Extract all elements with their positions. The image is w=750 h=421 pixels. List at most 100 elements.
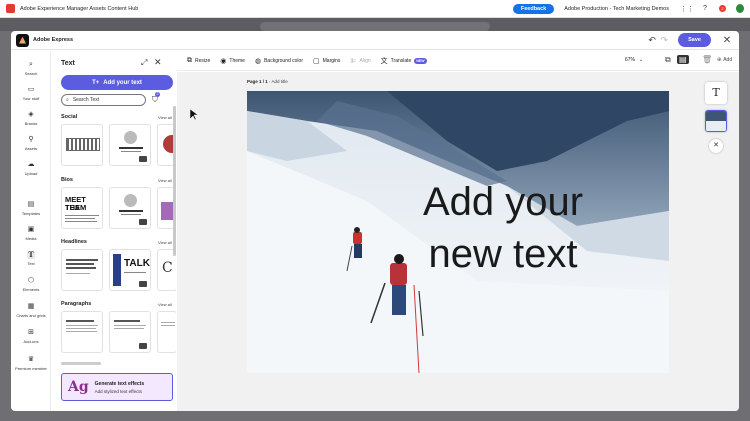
view-all-headlines-link[interactable]: View all bbox=[158, 240, 172, 245]
add-circle-icon: ⊕ bbox=[717, 57, 722, 63]
rail-item-templates[interactable]: ▤ Templates bbox=[11, 201, 51, 216]
add-label: Add bbox=[723, 57, 733, 63]
text-template-thumbnail[interactable] bbox=[109, 187, 151, 229]
adobe-express-modal: Adobe Express ↶ ↷ Save ✕ ⌕ Search ▭ Your… bbox=[11, 31, 739, 411]
text-template-thumbnail[interactable]: TALK bbox=[109, 249, 151, 291]
page-label[interactable]: Page 1 / 1 - Add title bbox=[247, 79, 288, 84]
rail-item-label: Search bbox=[24, 71, 38, 76]
rail-item-upload[interactable]: ☁ Upload bbox=[11, 161, 51, 176]
add-text-label: Add your text bbox=[103, 79, 142, 86]
pointer-arrow-icon bbox=[189, 108, 199, 121]
resize-button[interactable]: ⧉ Resize bbox=[187, 57, 210, 65]
rail-item-elements[interactable]: ⬡ Elements bbox=[11, 277, 51, 292]
rail-item-label: Media bbox=[25, 236, 37, 241]
charts-icon: ▦ bbox=[27, 303, 35, 310]
align-label: Align bbox=[359, 57, 371, 64]
canvas-text-line1[interactable]: Add your bbox=[247, 179, 669, 225]
section-label-social: Social bbox=[61, 114, 78, 120]
add-button[interactable]: ⊕ Add bbox=[717, 57, 732, 63]
text-template-thumbnail[interactable] bbox=[61, 124, 103, 166]
rail-item-label: Templates bbox=[21, 211, 41, 216]
folder-icon: ▭ bbox=[27, 86, 35, 93]
rail-item-add-ons[interactable]: ⊞ Add-ons bbox=[11, 329, 51, 344]
text-properties-icon[interactable]: T bbox=[705, 82, 727, 104]
new-badge: NEW bbox=[414, 57, 427, 64]
rail-item-text[interactable]: T Text bbox=[11, 251, 51, 266]
text-template-thumbnail[interactable] bbox=[157, 311, 176, 353]
theme-button[interactable]: ◉ Theme bbox=[220, 57, 245, 65]
view-all-social-link[interactable]: View all bbox=[158, 115, 172, 120]
translate-icon: 文 bbox=[380, 57, 388, 65]
rail-item-assets[interactable]: ⚲ Assets bbox=[11, 136, 51, 151]
modal-title: Adobe Express bbox=[33, 37, 74, 43]
feedback-button[interactable]: Feedback bbox=[512, 3, 555, 14]
resize-label: Resize bbox=[195, 57, 211, 64]
search-icon: ⌕ bbox=[29, 61, 33, 68]
view-all-bios-link[interactable]: View all bbox=[158, 178, 172, 183]
background-color-button[interactable]: ◍ Background color bbox=[255, 57, 303, 65]
generate-text-effects-subtitle: Add stylized text effects bbox=[94, 388, 142, 394]
help-icon[interactable]: ? bbox=[701, 5, 709, 13]
redo-icon[interactable]: ↷ bbox=[658, 35, 670, 46]
image-properties-thumbnail[interactable] bbox=[705, 110, 727, 132]
rail-item-charts-and-grids[interactable]: ▦ Charts and grids bbox=[11, 303, 51, 318]
expand-icon[interactable]: ⤢ bbox=[141, 58, 147, 68]
panel-scrollbar[interactable] bbox=[173, 106, 176, 256]
translate-button[interactable]: 文 Translate NEW bbox=[381, 56, 427, 66]
artboard[interactable]: Add your new text bbox=[247, 91, 669, 373]
thumb-meet-the-team-line2: TEAM bbox=[65, 203, 87, 212]
text-template-thumbnail[interactable] bbox=[109, 311, 151, 353]
addons-icon: ⊞ bbox=[28, 329, 34, 336]
chevron-down-icon: ⌄ bbox=[639, 57, 644, 63]
delete-icon[interactable]: 🗑 bbox=[702, 55, 712, 64]
rail-item-label: Charts and grids bbox=[16, 313, 46, 318]
close-properties-icon[interactable]: ✕ bbox=[709, 139, 723, 153]
filter-count-badge: 2 bbox=[155, 92, 160, 97]
media-icon: ▣ bbox=[27, 226, 35, 233]
undo-icon[interactable]: ↶ bbox=[646, 35, 658, 46]
close-icon[interactable]: ✕ bbox=[721, 35, 733, 46]
canvas-text-line2[interactable]: new text bbox=[247, 231, 669, 277]
background-color-label: Background color bbox=[264, 57, 303, 64]
thumb-talk-text: TALK bbox=[124, 258, 150, 269]
rail-item-brands[interactable]: ◈ Brands bbox=[11, 111, 51, 126]
rail-item-media[interactable]: ▣ Media bbox=[11, 226, 51, 241]
text-template-thumbnail[interactable] bbox=[61, 311, 103, 353]
generate-text-effects-title: Generate text effects bbox=[94, 380, 145, 387]
canvas-area: Page 1 / 1 - Add title Add your new text… bbox=[177, 72, 739, 411]
generate-text-effects-card[interactable]: Ag Generate text effects Add stylized te… bbox=[61, 373, 173, 401]
org-switcher[interactable]: Adobe Production - Tech Marketing Demos bbox=[564, 6, 669, 12]
aem-logo[interactable] bbox=[6, 4, 15, 13]
canvas-toolbar: ⧉ Resize ◉ Theme ◍ Background color ▢ Ma… bbox=[177, 51, 739, 71]
panel-close-icon[interactable]: ✕ bbox=[154, 57, 162, 68]
assets-icon: ⚲ bbox=[28, 136, 34, 143]
align-button[interactable]: ⊫ Align bbox=[350, 57, 370, 65]
search-icon: ⌕ bbox=[66, 97, 69, 103]
view-all-paragraphs-link[interactable]: View all bbox=[158, 302, 172, 307]
rail-item-label: Premium member bbox=[15, 366, 47, 371]
add-your-text-button[interactable]: T+ Add your text bbox=[61, 75, 173, 90]
background-color-icon: ◍ bbox=[254, 57, 262, 65]
avatar[interactable] bbox=[736, 4, 744, 13]
save-button[interactable]: Save bbox=[678, 33, 711, 47]
margins-button[interactable]: ▢ Margins bbox=[313, 57, 340, 65]
notifications-bell-icon[interactable]: 2 bbox=[719, 5, 726, 12]
rail-item-your-stuff[interactable]: ▭ Your stuff bbox=[11, 86, 51, 101]
theme-label: Theme bbox=[229, 57, 245, 64]
layers-icon[interactable]: ▤ bbox=[677, 55, 689, 64]
search-input[interactable]: ⌕ Search Text bbox=[61, 94, 146, 106]
premium-badge-icon bbox=[139, 281, 147, 287]
section-label-bios: Bios bbox=[61, 177, 73, 183]
text-template-thumbnail[interactable]: MEET THE TEAM bbox=[61, 187, 103, 229]
translate-label: Translate bbox=[390, 57, 412, 64]
text-template-thumbnail[interactable] bbox=[109, 124, 151, 166]
apps-grid-icon[interactable]: ⋮⋮ bbox=[680, 5, 694, 13]
text-template-thumbnail[interactable] bbox=[61, 249, 103, 291]
left-rail: ⌕ Search ▭ Your stuff ◈ Brands ⚲ Assets … bbox=[11, 51, 51, 411]
zoom-dropdown[interactable]: 67% ⌄ bbox=[625, 57, 643, 63]
align-icon: ⊫ bbox=[350, 57, 357, 65]
rail-item-search[interactable]: ⌕ Search bbox=[11, 61, 51, 76]
rail-item-premium-member[interactable]: ♛ Premium member bbox=[11, 356, 51, 371]
duplicate-icon[interactable]: ⧉ bbox=[665, 55, 671, 65]
aem-title: Adobe Experience Manager Assets Content … bbox=[20, 5, 139, 12]
